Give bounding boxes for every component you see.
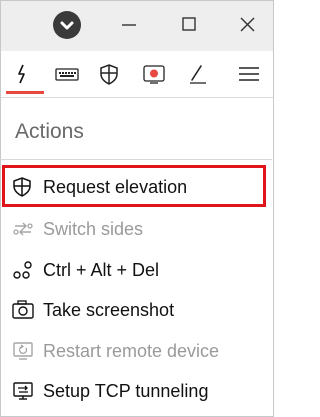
anydesk-logo-icon[interactable]	[53, 11, 81, 39]
maximize-icon	[182, 17, 196, 31]
hamburger-menu-icon	[239, 67, 259, 81]
key-combo-icon	[11, 259, 35, 281]
restart-remote-device-item: Restart remote device	[0, 331, 272, 371]
close-button[interactable]	[233, 11, 263, 39]
session-toolbar	[1, 51, 273, 98]
main-menu-button[interactable]	[234, 59, 264, 89]
menu-item-label: Restart remote device	[43, 341, 220, 361]
camera-icon	[11, 299, 35, 321]
record-tool-button[interactable]	[139, 59, 169, 89]
switch-sides-item: Switch sides	[0, 209, 272, 249]
tcp-tunnel-icon	[11, 380, 35, 402]
permissions-tool-button[interactable]	[94, 59, 124, 89]
highlight-box	[2, 165, 266, 207]
menu-item-label: Switch sides	[43, 219, 144, 239]
setup-tcp-tunneling-item[interactable]: Setup TCP tunneling	[0, 371, 272, 411]
shield-icon	[100, 64, 118, 85]
restart-device-icon	[11, 340, 35, 362]
draw-tool-button[interactable]	[182, 59, 212, 89]
take-screenshot-item[interactable]: Take screenshot	[0, 290, 272, 330]
maximize-button[interactable]	[174, 11, 204, 39]
record-icon	[143, 65, 165, 84]
actions-tool-button[interactable]	[6, 59, 44, 94]
lightning-icon	[18, 64, 25, 84]
menu-item-label: Ctrl + Alt + Del	[43, 260, 160, 280]
minimize-button[interactable]	[114, 11, 144, 39]
pen-icon	[190, 65, 206, 84]
active-tab-indicator	[6, 91, 44, 94]
menu-item-label: Setup TCP tunneling	[43, 381, 209, 401]
minimize-icon	[122, 24, 136, 26]
heading-divider	[0, 159, 272, 160]
ctrl-alt-del-item[interactable]: Ctrl + Alt + Del	[0, 250, 272, 290]
keyboard-tool-button[interactable]	[52, 59, 82, 89]
actions-heading: Actions	[15, 120, 84, 143]
close-icon	[240, 17, 255, 32]
switch-sides-icon	[11, 218, 35, 240]
title-bar	[1, 1, 273, 51]
keyboard-icon	[55, 68, 79, 81]
menu-item-label: Take screenshot	[43, 300, 175, 320]
